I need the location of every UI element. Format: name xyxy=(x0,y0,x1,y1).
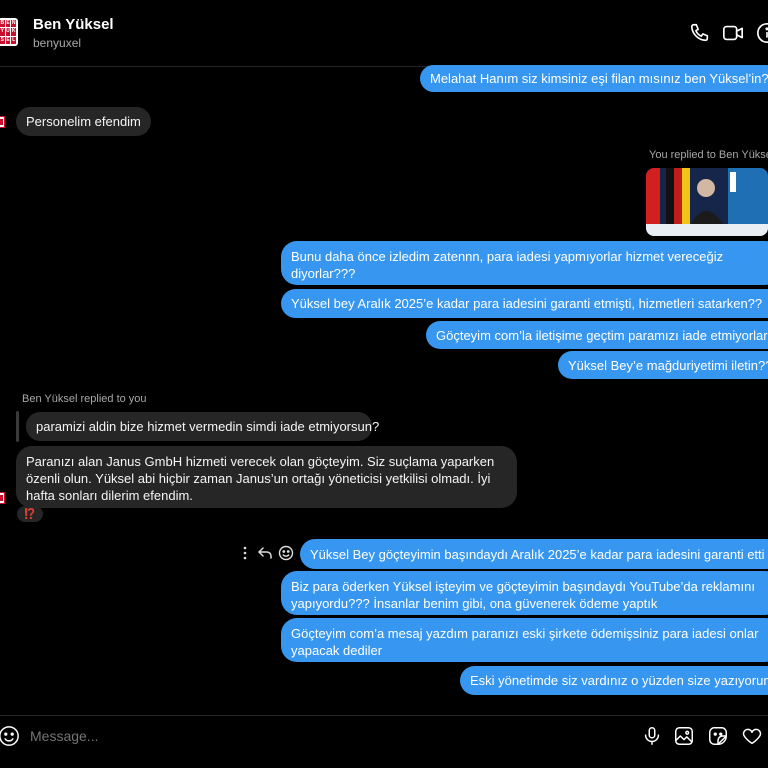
shared-video-thumbnail[interactable] xyxy=(646,168,768,236)
video-icon[interactable] xyxy=(722,22,744,44)
message-input[interactable] xyxy=(28,727,632,745)
outgoing-message[interactable]: Bunu daha önce izledim zatennn, para iad… xyxy=(281,241,768,285)
outgoing-message[interactable]: Yüksel bey Aralık 2025’e kadar para iade… xyxy=(281,289,768,318)
more-options-icon[interactable] xyxy=(237,545,253,561)
outgoing-message[interactable]: Melahat Hanım siz kimsiniz eşi filan mıs… xyxy=(420,65,768,92)
logo-letter: E xyxy=(5,36,11,44)
profile-avatar[interactable]: B E N Y Ü K S E L xyxy=(0,18,18,46)
logo-letter: S xyxy=(0,36,5,44)
logo-letter: B xyxy=(0,20,5,28)
reply-icon[interactable] xyxy=(257,545,273,561)
chat-header: B E N Y Ü K S E L Ben Yüksel benyuxel xyxy=(0,0,768,67)
microphone-icon[interactable] xyxy=(641,725,663,747)
outgoing-message[interactable]: Göçteyim com’a mesaj yazdım paranızı esk… xyxy=(281,618,768,662)
outgoing-message[interactable]: Yüksel Bey’e mağduriyetimi iletin?? xyxy=(558,351,768,379)
incoming-message[interactable]: Personelim efendim xyxy=(16,107,151,136)
heart-icon[interactable] xyxy=(741,725,763,747)
outgoing-message[interactable]: Eski yönetimde siz vardınız o yüzden siz… xyxy=(460,666,768,695)
sticker-icon[interactable] xyxy=(707,725,729,747)
logo-letter: K xyxy=(11,28,16,36)
incoming-message[interactable]: Paranızı alan Janus GmbH hizmeti verecek… xyxy=(16,446,517,508)
logo-letter: L xyxy=(11,36,16,44)
logo-letter: Y xyxy=(0,28,5,36)
message-composer xyxy=(0,715,768,756)
react-icon[interactable] xyxy=(278,545,294,561)
emoji-icon[interactable] xyxy=(0,725,20,747)
quoted-message[interactable]: paramizi aldin bize hizmet vermedin simd… xyxy=(26,412,379,441)
message-reaction[interactable]: ⁉️ xyxy=(17,506,43,522)
outgoing-message[interactable]: Yüksel Bey göçteyimin başındaydı Aralık … xyxy=(300,539,768,569)
outgoing-message[interactable]: Göçteyim com’la iletişime geçtim paramız… xyxy=(426,321,768,349)
image-icon[interactable] xyxy=(673,725,695,747)
logo-letter: N xyxy=(11,20,16,28)
contact-name[interactable]: Ben Yüksel xyxy=(33,16,114,33)
info-icon[interactable] xyxy=(756,22,768,44)
sender-avatar[interactable] xyxy=(0,492,5,504)
sender-avatar[interactable] xyxy=(0,116,5,128)
outgoing-message[interactable]: Biz para öderken Yüksel işteyim ve göçte… xyxy=(281,571,768,615)
phone-icon[interactable] xyxy=(689,22,711,44)
contact-username: benyuxel xyxy=(33,36,82,50)
reply-label: Ben Yüksel replied to you xyxy=(22,393,147,405)
video-thumbnail-image xyxy=(646,168,768,236)
reply-indicator-bar xyxy=(16,411,19,442)
reply-label: You replied to Ben Yüksel xyxy=(649,149,768,161)
logo-letter: E xyxy=(5,20,11,28)
logo-letter: Ü xyxy=(5,28,11,36)
